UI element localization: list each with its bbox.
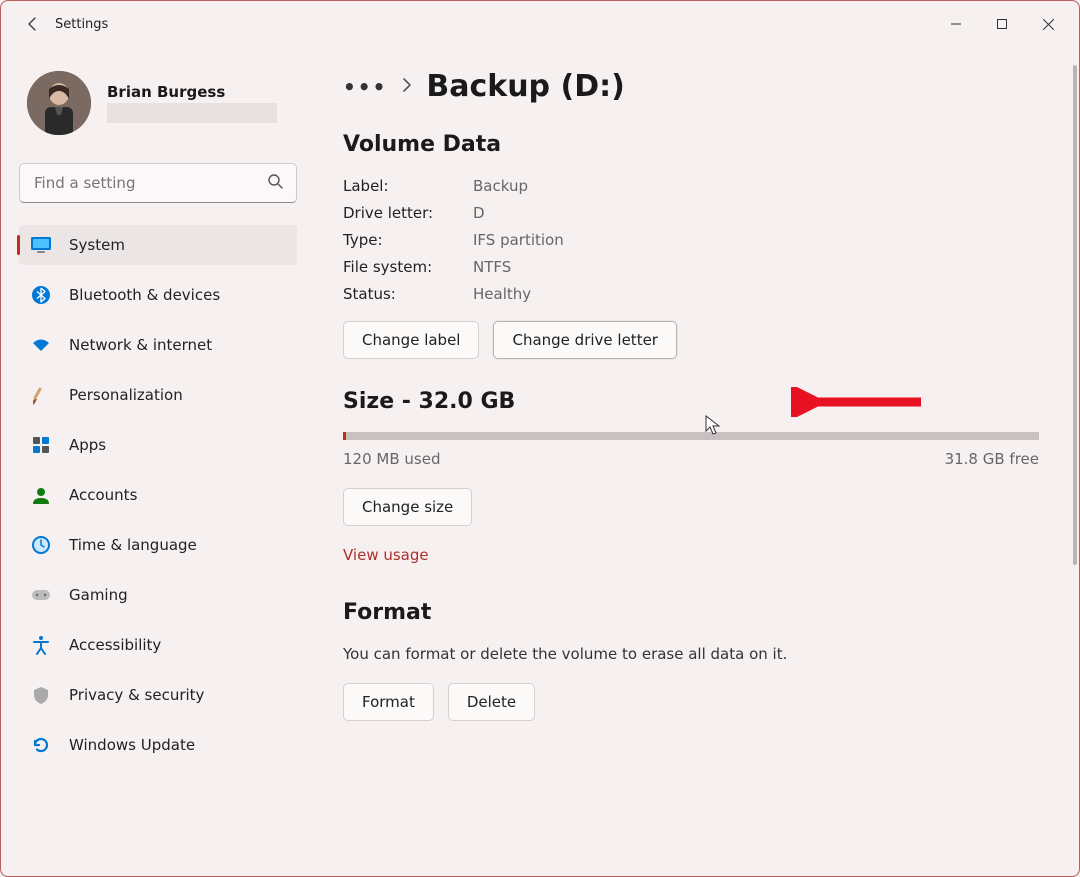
section-volume-data-heading: Volume Data bbox=[343, 132, 1039, 157]
sidebar-item-label: Privacy & security bbox=[69, 686, 204, 704]
main-content: ••• Backup (D:) Volume Data Label: Backu… bbox=[311, 47, 1079, 876]
sidebar-item-label: Accessibility bbox=[69, 636, 161, 654]
sidebar-item-label: Time & language bbox=[69, 536, 197, 554]
update-icon bbox=[31, 735, 51, 755]
status-value: Healthy bbox=[473, 285, 1039, 303]
size-used-label: 120 MB used bbox=[343, 450, 440, 468]
format-button[interactable]: Format bbox=[343, 683, 434, 721]
sidebar-item-label: Apps bbox=[69, 436, 106, 454]
view-usage-link[interactable]: View usage bbox=[343, 546, 429, 564]
sidebar-item-label: Accounts bbox=[69, 486, 137, 504]
sidebar-item-label: Bluetooth & devices bbox=[69, 286, 220, 304]
back-button[interactable] bbox=[17, 8, 49, 40]
sidebar-item-network[interactable]: Network & internet bbox=[19, 325, 297, 365]
sidebar-item-personalization[interactable]: Personalization bbox=[19, 375, 297, 415]
type-key: Type: bbox=[343, 231, 473, 249]
size-usage-bar bbox=[343, 432, 1039, 440]
change-drive-letter-button[interactable]: Change drive letter bbox=[493, 321, 676, 359]
close-icon bbox=[1043, 19, 1054, 30]
maximize-icon bbox=[997, 19, 1007, 29]
avatar bbox=[27, 71, 91, 135]
sidebar-item-system[interactable]: System bbox=[19, 225, 297, 265]
scrollbar-thumb[interactable] bbox=[1073, 65, 1077, 565]
sidebar-item-privacy[interactable]: Privacy & security bbox=[19, 675, 297, 715]
breadcrumb-more[interactable]: ••• bbox=[343, 75, 387, 99]
status-key: Status: bbox=[343, 285, 473, 303]
change-size-button[interactable]: Change size bbox=[343, 488, 472, 526]
profile-block[interactable]: Brian Burgess bbox=[19, 71, 297, 135]
sidebar-item-accessibility[interactable]: Accessibility bbox=[19, 625, 297, 665]
format-description: You can format or delete the volume to e… bbox=[343, 645, 1039, 663]
minimize-icon bbox=[951, 19, 961, 29]
filesystem-key: File system: bbox=[343, 258, 473, 276]
volume-properties: Label: Backup Drive letter: D Type: IFS … bbox=[343, 177, 1039, 303]
size-free-label: 31.8 GB free bbox=[945, 450, 1039, 468]
window-minimize-button[interactable] bbox=[933, 8, 979, 40]
page-title: Backup (D:) bbox=[426, 69, 624, 104]
gamepad-icon bbox=[31, 585, 51, 605]
size-usage-fill bbox=[343, 432, 346, 440]
shield-icon bbox=[31, 685, 51, 705]
sidebar-item-bluetooth[interactable]: Bluetooth & devices bbox=[19, 275, 297, 315]
person-icon bbox=[31, 485, 51, 505]
accessibility-icon bbox=[31, 635, 51, 655]
filesystem-value: NTFS bbox=[473, 258, 1039, 276]
label-value: Backup bbox=[473, 177, 1039, 195]
profile-name: Brian Burgess bbox=[107, 83, 277, 101]
sidebar-item-update[interactable]: Windows Update bbox=[19, 725, 297, 765]
sidebar-item-accounts[interactable]: Accounts bbox=[19, 475, 297, 515]
app-title: Settings bbox=[55, 17, 108, 32]
change-label-button[interactable]: Change label bbox=[343, 321, 479, 359]
sidebar-item-label: Gaming bbox=[69, 586, 128, 604]
sidebar: Brian Burgess System Bluetooth & devices bbox=[1, 47, 311, 876]
profile-email-placeholder bbox=[107, 103, 277, 123]
paintbrush-icon bbox=[31, 385, 51, 405]
bluetooth-icon bbox=[31, 285, 51, 305]
window-close-button[interactable] bbox=[1025, 8, 1071, 40]
title-bar: Settings bbox=[1, 1, 1079, 47]
sidebar-item-time[interactable]: Time & language bbox=[19, 525, 297, 565]
apps-icon bbox=[31, 435, 51, 455]
section-size-heading: Size - 32.0 GB bbox=[343, 389, 1039, 414]
drive-letter-value: D bbox=[473, 204, 1039, 222]
sidebar-item-label: Windows Update bbox=[69, 736, 195, 754]
clock-globe-icon bbox=[31, 535, 51, 555]
wifi-icon bbox=[31, 335, 51, 355]
sidebar-item-gaming[interactable]: Gaming bbox=[19, 575, 297, 615]
sidebar-item-label: System bbox=[69, 236, 125, 254]
sidebar-item-label: Personalization bbox=[69, 386, 183, 404]
search-container bbox=[19, 163, 297, 203]
system-icon bbox=[31, 235, 51, 255]
label-key: Label: bbox=[343, 177, 473, 195]
back-arrow-icon bbox=[25, 16, 41, 32]
search-input[interactable] bbox=[19, 163, 297, 203]
type-value: IFS partition bbox=[473, 231, 1039, 249]
chevron-right-icon bbox=[401, 77, 412, 97]
delete-button[interactable]: Delete bbox=[448, 683, 535, 721]
sidebar-item-label: Network & internet bbox=[69, 336, 212, 354]
section-format-heading: Format bbox=[343, 600, 1039, 625]
drive-letter-key: Drive letter: bbox=[343, 204, 473, 222]
breadcrumb: ••• Backup (D:) bbox=[343, 69, 1039, 104]
window-maximize-button[interactable] bbox=[979, 8, 1025, 40]
sidebar-item-apps[interactable]: Apps bbox=[19, 425, 297, 465]
